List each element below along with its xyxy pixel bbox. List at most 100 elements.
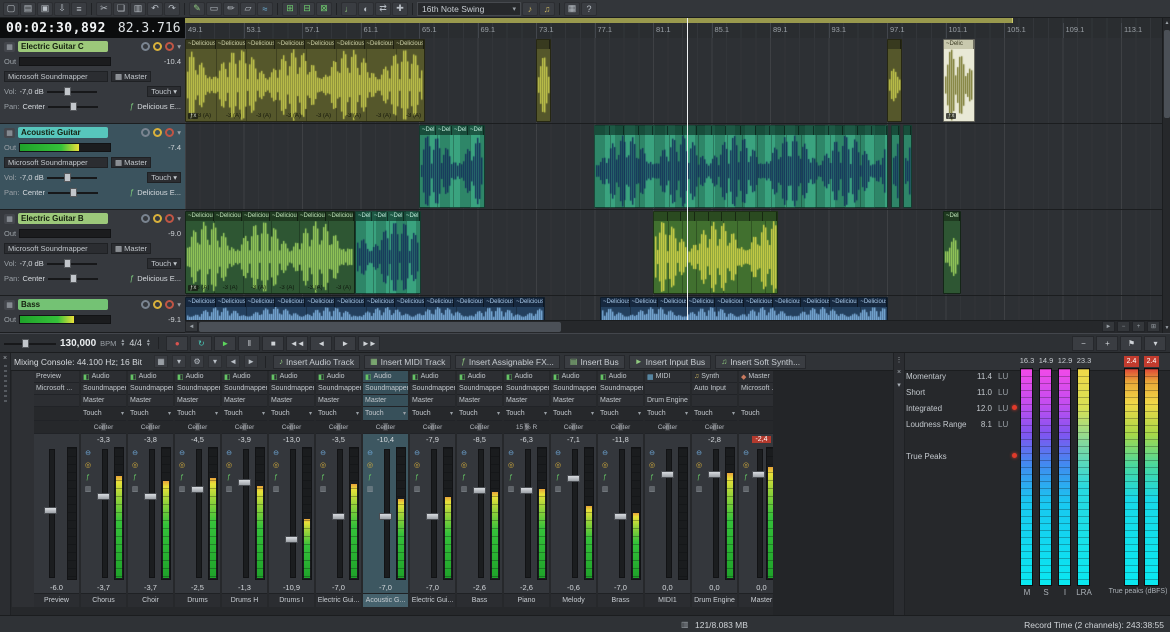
channel-bus-selector[interactable]: Master: [504, 395, 549, 407]
track-arm-button[interactable]: [165, 214, 174, 223]
channel-device-selector[interactable]: Soundmapper: [316, 383, 361, 395]
channel-mute-icon[interactable]: ⊖: [696, 450, 702, 457]
channel-io-icon[interactable]: ▥: [696, 486, 703, 493]
event-fx-badge[interactable]: ƒx: [188, 285, 198, 291]
channel-solo-icon[interactable]: ◎: [461, 462, 467, 469]
timeline-vscrollbar[interactable]: ▲ ▼: [1162, 18, 1170, 333]
channel-fx-icon[interactable]: ƒ: [180, 474, 184, 481]
mixer-strip-drums-h[interactable]: ◧AudioSoundmapperMasterTouch▾Center-3,9⊖…: [222, 371, 268, 607]
new-project-icon[interactable]: ▢: [3, 2, 19, 16]
timeline-ruler[interactable]: 49.153.157.161.165.169.173.177.181.185.1…: [185, 18, 1162, 39]
scroll-up-icon[interactable]: ▲: [1163, 18, 1170, 28]
fx-icon[interactable]: ƒ: [130, 188, 134, 197]
volume-slider[interactable]: [47, 259, 97, 268]
track-fx-chain[interactable]: Delicious E...: [137, 274, 181, 283]
time-signature-spinner[interactable]: ▲▼: [146, 339, 151, 347]
channel-pan-slider[interactable]: Center: [410, 421, 455, 434]
audio-event-electric-guitar-b-1[interactable]: ~Del~Del~Del~Del: [355, 211, 421, 294]
channel-bus-selector[interactable]: Master: [457, 395, 502, 407]
time-display[interactable]: 00:02:30,892 82.3.716: [0, 18, 185, 38]
channel-name-label[interactable]: Piano: [504, 593, 549, 607]
channel-solo-icon[interactable]: ◎: [179, 462, 185, 469]
pan-slider[interactable]: [48, 102, 98, 111]
channel-automation-selector[interactable]: Touch▾: [551, 407, 596, 421]
channel-io-icon[interactable]: ▥: [414, 486, 421, 493]
channel-fx-icon[interactable]: ƒ: [368, 474, 372, 481]
channel-volume-fader[interactable]: [142, 447, 159, 580]
track-fx-chain[interactable]: Delicious E...: [137, 188, 181, 197]
channel-mute-icon[interactable]: ⊖: [367, 450, 373, 457]
channel-solo-icon[interactable]: ◎: [555, 462, 561, 469]
channel-pan-slider[interactable]: Center: [316, 421, 361, 434]
automation-mode-selector[interactable]: Touch▾: [147, 258, 181, 269]
channel-pan-slider[interactable]: Center: [175, 421, 220, 434]
channel-device-selector[interactable]: Soundmapper: [175, 383, 220, 395]
track-fx-chain[interactable]: Delicious E...: [137, 102, 181, 111]
channel-mute-icon[interactable]: ⊖: [85, 450, 91, 457]
channel-bus-selector[interactable]: Master: [598, 395, 643, 407]
track-solo-button[interactable]: [153, 300, 162, 309]
channel-solo-icon[interactable]: ◎: [649, 462, 655, 469]
track-menu-icon[interactable]: ▾: [177, 128, 181, 137]
channel-name-label[interactable]: Drums: [175, 593, 220, 607]
channel-solo-icon[interactable]: ◎: [320, 462, 326, 469]
go-to-start-button[interactable]: ◄◄: [286, 336, 308, 351]
channel-name-label[interactable]: Melody: [551, 593, 596, 607]
track-name-chip[interactable]: Electric Guitar C: [18, 41, 108, 52]
channel-automation-selector[interactable]: Touch▾: [645, 407, 690, 421]
ripple-edit-icon[interactable]: ✚: [392, 2, 408, 16]
channel-bus-selector[interactable]: Master: [410, 395, 455, 407]
audio-event-electric-guitar-b-0[interactable]: ~Delicious~Delicious~Delicious~Delicious…: [185, 211, 355, 294]
audio-event-acoustic-guitar-2[interactable]: [891, 125, 900, 208]
track-name-chip[interactable]: Acoustic Guitar: [18, 127, 108, 138]
timeline-hscrollbar[interactable]: ◄►−+⊞: [185, 320, 1162, 333]
insert-assignable-fx-button[interactable]: ƒInsert Assignable FX...: [455, 355, 560, 369]
channel-bus-selector[interactable]: Master: [128, 395, 173, 407]
track-mute-button[interactable]: [141, 300, 150, 309]
timeline-lanes[interactable]: ◄►−+⊞ ~Delicious~Delicious~Delicious~Del…: [185, 38, 1162, 333]
fader-cap[interactable]: [379, 513, 392, 520]
channel-solo-icon[interactable]: ◎: [367, 462, 373, 469]
undo-icon[interactable]: ↶: [147, 2, 163, 16]
fader-cap[interactable]: [285, 536, 298, 543]
auto-crossfade-icon[interactable]: ⇄: [375, 2, 391, 16]
channel-solo-icon[interactable]: ◎: [226, 462, 232, 469]
channel-fx-icon[interactable]: ƒ: [697, 474, 701, 481]
mixer-views-arrow-icon[interactable]: ▾: [172, 355, 186, 368]
channel-device-selector[interactable]: Soundmapper: [410, 383, 455, 395]
scroll-right-icon[interactable]: ►: [1102, 321, 1115, 332]
fader-cap[interactable]: [97, 493, 110, 500]
channel-io-icon[interactable]: ▥: [461, 486, 468, 493]
loop-playback-button[interactable]: ↻: [190, 336, 212, 351]
channel-io-icon[interactable]: ▥: [273, 486, 280, 493]
snap-toggle-icon[interactable]: ⊞: [282, 2, 298, 16]
mixer-strip-electric-gui[interactable]: ◧AudioSoundmapperMasterTouch▾Center-3,5⊖…: [316, 371, 362, 607]
channel-io-icon[interactable]: ▥: [508, 486, 515, 493]
cut-icon[interactable]: ✂: [96, 2, 112, 16]
channel-fx-icon[interactable]: ƒ: [274, 474, 278, 481]
groove-swing-select[interactable]: 16th Note Swing▾: [417, 2, 521, 16]
drag-handle[interactable]: [4, 365, 7, 405]
channel-bus-selector[interactable]: Master: [363, 395, 408, 407]
channel-bus-selector[interactable]: Master: [222, 395, 267, 407]
channel-io-icon[interactable]: ▥: [367, 486, 374, 493]
fader-cap[interactable]: [567, 475, 580, 482]
fader-cap[interactable]: [752, 471, 765, 478]
channel-mute-icon[interactable]: ⊖: [649, 450, 655, 457]
groove-pool-icon[interactable]: ♫: [539, 2, 555, 16]
channel-volume-fader[interactable]: [706, 447, 723, 580]
tempo-slider[interactable]: [4, 338, 56, 349]
track-solo-button[interactable]: [153, 128, 162, 137]
maximize-track-height-icon[interactable]: +: [1096, 336, 1118, 351]
mixer-strip-chorus[interactable]: ◧AudioSoundmapperMasterTouch▾Center-3,3⊖…: [81, 371, 127, 607]
channel-fx-icon[interactable]: ƒ: [509, 474, 513, 481]
mixer-strip-bass[interactable]: ◧AudioSoundmapperMasterTouch▾Center-8,5⊖…: [457, 371, 503, 607]
channel-io-icon[interactable]: ▥: [179, 486, 186, 493]
channel-volume-fader[interactable]: [283, 447, 300, 580]
channel-solo-icon[interactable]: ◎: [414, 462, 420, 469]
play-button[interactable]: ►: [214, 336, 236, 351]
channel-pan-slider[interactable]: Center: [269, 421, 314, 434]
track-mute-button[interactable]: [141, 128, 150, 137]
vscroll-thumb[interactable]: [1164, 30, 1170, 118]
channel-fx-icon[interactable]: ƒ: [415, 474, 419, 481]
